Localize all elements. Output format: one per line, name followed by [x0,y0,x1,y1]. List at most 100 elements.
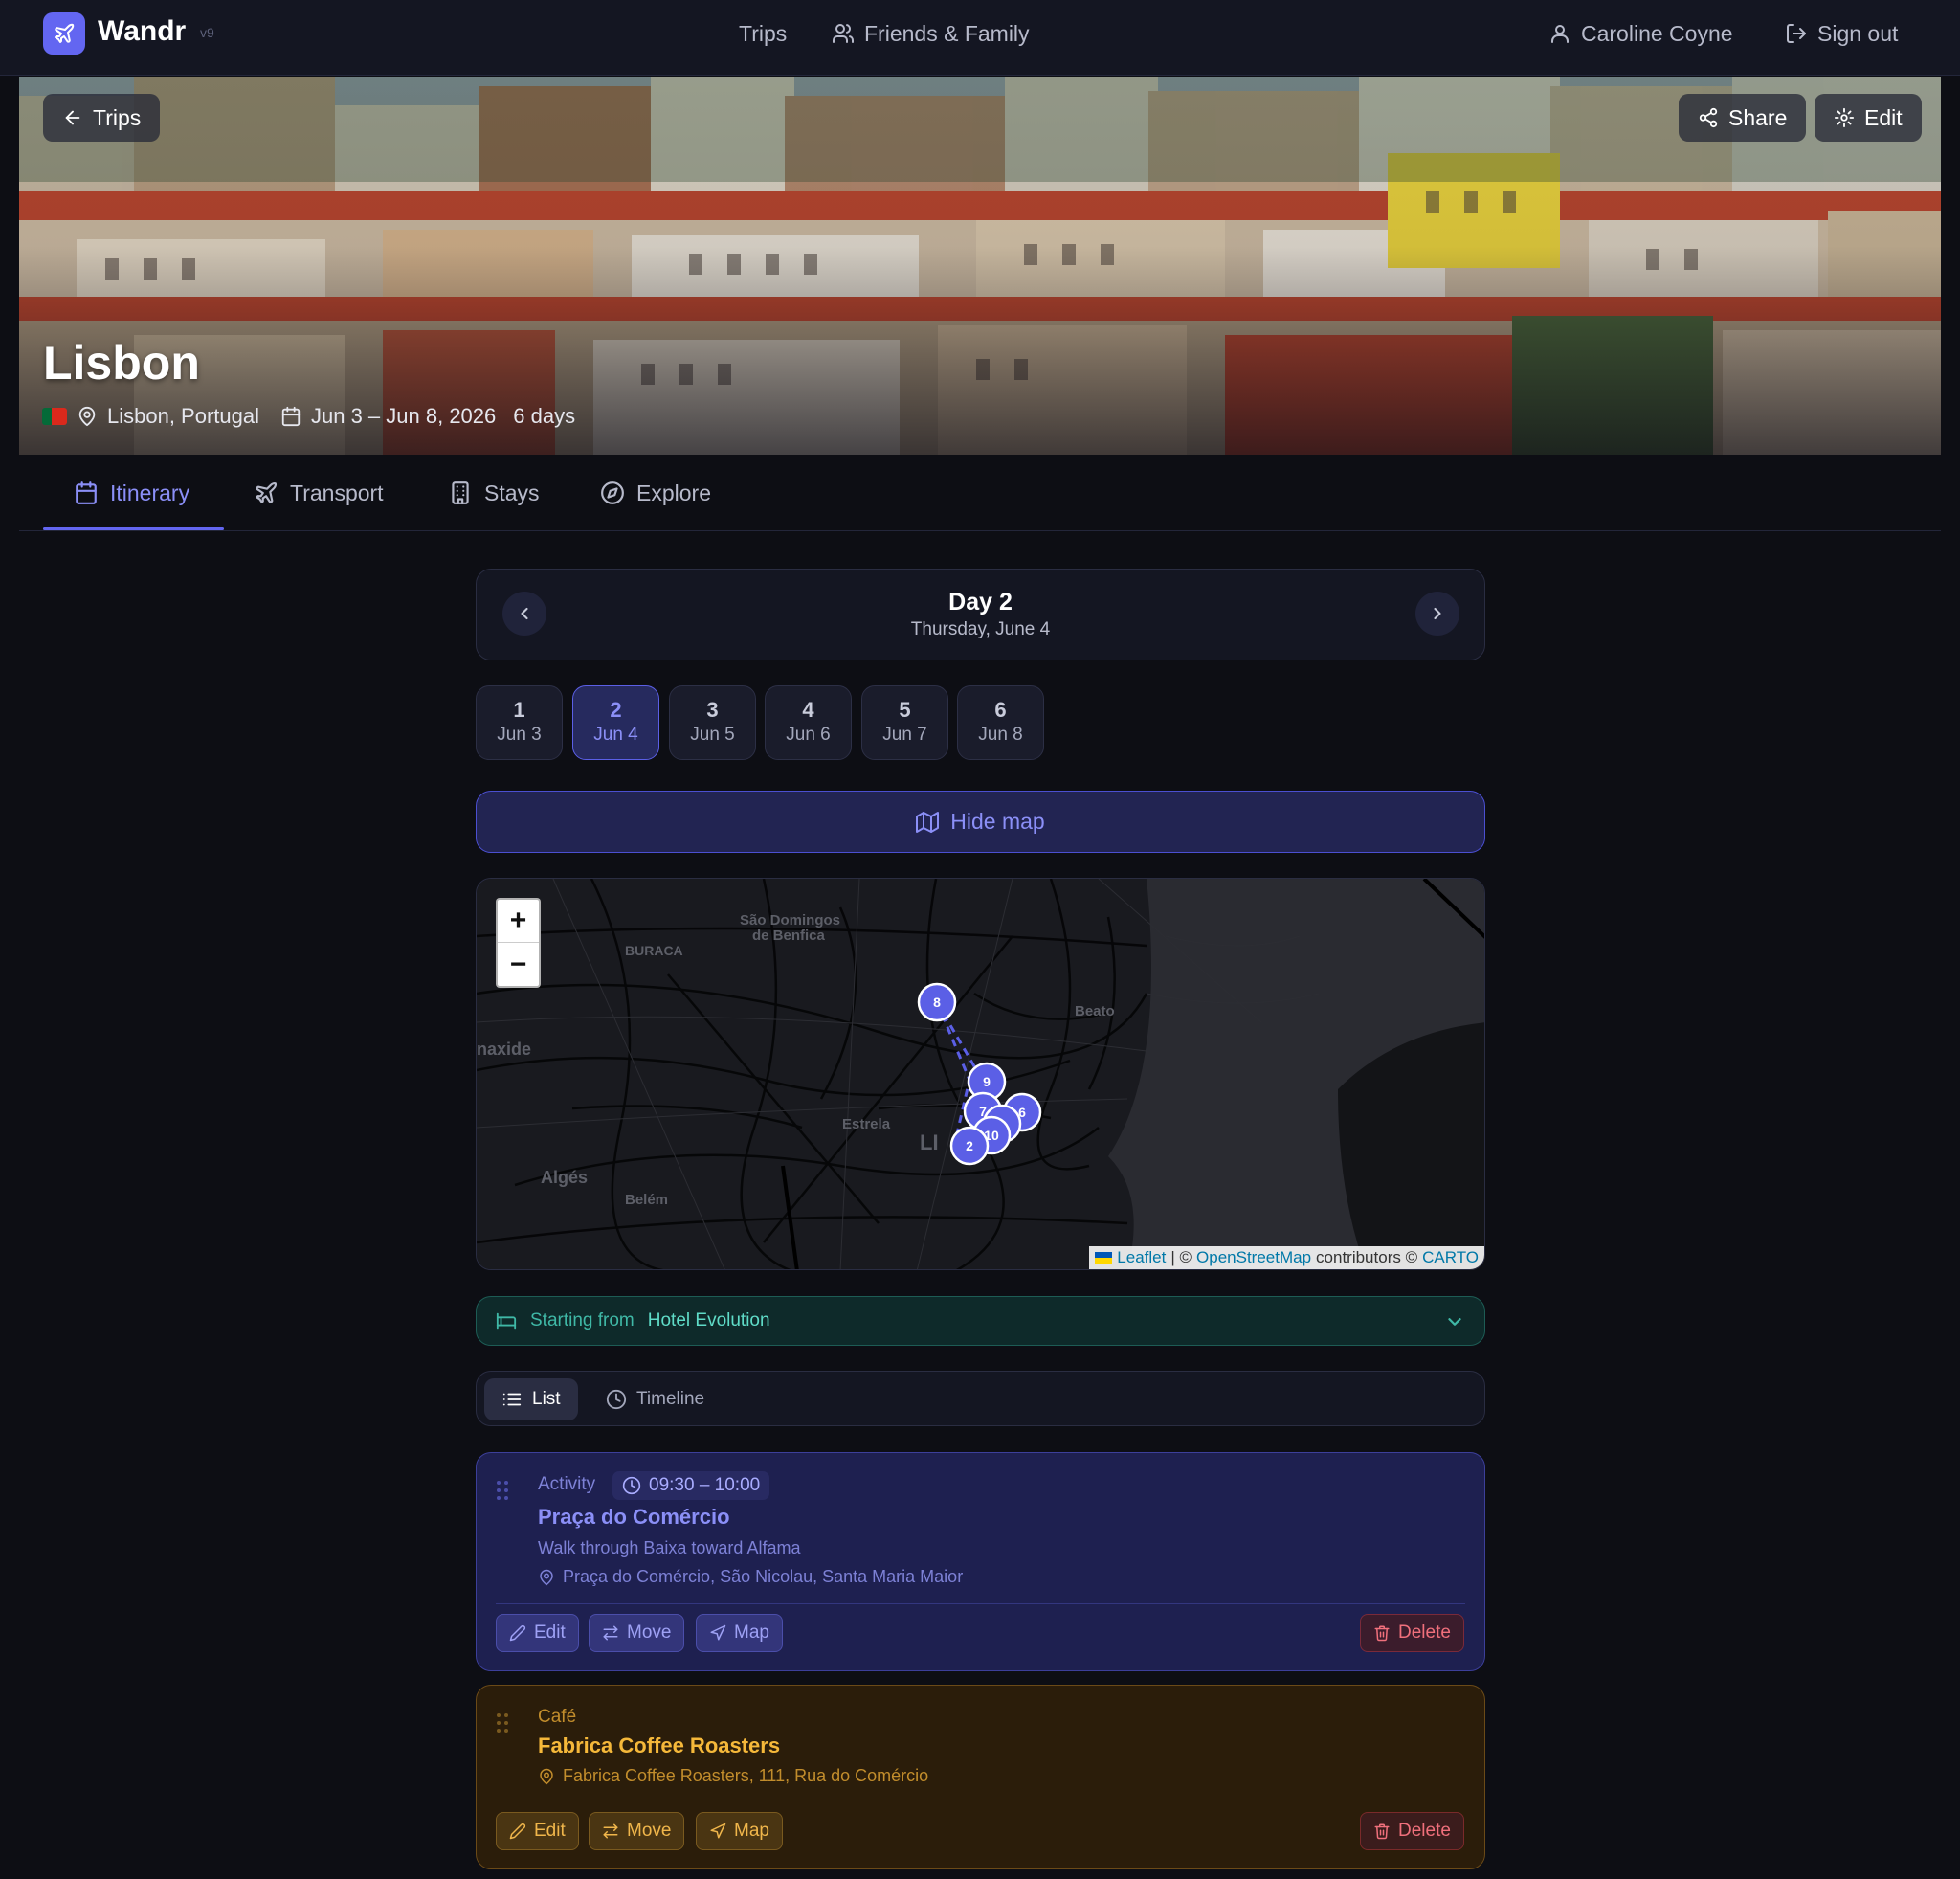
attribution-contributors: contributors © [1316,1248,1418,1266]
user-menu[interactable]: Caroline Coyne [1548,19,1733,48]
app-logo[interactable] [43,12,85,55]
item-map-button[interactable]: Map [696,1614,783,1652]
item-description: Walk through Baixa toward Alfama [538,1538,801,1557]
item-delete-button[interactable]: Delete [1360,1614,1464,1652]
day-chip-date: Jun 7 [882,725,927,745]
app-version: v9 [200,25,214,40]
item-map-label: Map [734,1622,769,1643]
map-marker-2[interactable]: 2 [949,1126,990,1166]
clock-icon [622,1476,641,1495]
tab-stays-label: Stays [484,480,540,505]
hide-map-button[interactable]: Hide map [476,791,1485,853]
marker-label: 8 [933,995,941,1010]
tab-itinerary[interactable]: Itinerary [74,478,189,508]
starting-from-selector[interactable]: Starting from Hotel Evolution [476,1296,1485,1346]
day-chip-5[interactable]: 5 Jun 7 [861,685,948,760]
chevron-down-icon [1448,1318,1461,1326]
item-delete-label: Delete [1398,1622,1451,1643]
view-timeline-button[interactable]: Timeline [589,1378,722,1420]
tab-explore-label: Explore [636,480,711,505]
item-title[interactable]: Fabrica Coffee Roasters [538,1734,780,1758]
navigation-icon [710,1823,726,1839]
trash-icon [1374,1625,1390,1642]
list-icon [502,1393,522,1406]
item-delete-button[interactable]: Delete [1360,1812,1464,1850]
nav-friends-family[interactable]: Friends & Family [832,19,1030,48]
trip-title: Lisbon [43,336,200,390]
swap-icon [603,1625,618,1641]
item-move-button[interactable]: Move [589,1614,685,1652]
users-icon [833,24,854,43]
map-pin-icon [540,1569,553,1585]
item-edit-button[interactable]: Edit [496,1812,579,1850]
day-chip-4[interactable]: 4 Jun 6 [765,685,852,760]
sign-out-button[interactable]: Sign out [1785,19,1898,48]
item-edit-button[interactable]: Edit [496,1614,579,1652]
day-chip-3[interactable]: 3 Jun 5 [669,685,756,760]
marker-label: 9 [983,1074,991,1089]
map-label-de-benfica: de Benfica [752,928,826,944]
hero-overlay [19,77,1941,455]
tab-explore[interactable]: Explore [600,478,711,508]
item-move-button[interactable]: Move [589,1812,685,1850]
map-marker-8[interactable]: 8 [917,982,957,1022]
trip-location: Lisbon, Portugal [107,404,259,428]
share-button[interactable]: Share [1679,94,1807,142]
marker-label: 2 [966,1138,973,1153]
itinerary-item: Activity 09:30 – 10:00 Praça do Comércio… [476,1452,1485,1671]
item-map-label: Map [734,1821,769,1841]
tab-transport[interactable]: Transport [254,478,384,508]
nav-trips-label: Trips [739,20,788,46]
day-chip-number: 4 [802,698,814,722]
next-day-button[interactable] [1415,592,1459,636]
swap-icon [603,1823,618,1839]
item-map-button[interactable]: Map [696,1812,783,1850]
day-chip-1[interactable]: 1 Jun 3 [476,685,563,760]
day-chip-number: 6 [994,698,1007,722]
trash-icon [1374,1823,1390,1840]
plane-icon [256,481,278,503]
app-name[interactable]: Wandr [98,15,186,48]
day-navigator: Day 2 Thursday, June 4 [476,569,1485,660]
nav-trips[interactable]: Trips [739,19,787,48]
share-icon [1699,107,1718,128]
day-chip-date: Jun 6 [786,725,831,745]
gear-icon [1834,107,1855,128]
osm-link[interactable]: OpenStreetMap [1196,1248,1311,1267]
top-nav: Wandr v9 Trips Friends & Family Caroline… [0,0,1960,76]
pencil-icon [509,1823,526,1840]
map-label-buraca: BURACA [625,943,683,958]
map-pin-icon [540,1768,553,1784]
leaflet-link[interactable]: Leaflet [1117,1248,1166,1267]
item-address-text: Fabrica Coffee Roasters, 111, Rua do Com… [563,1766,929,1785]
carto-link[interactable]: CARTO [1422,1248,1479,1267]
sign-out-label: Sign out [1817,20,1899,46]
day-chip-date: Jun 3 [497,725,542,745]
zoom-in-button[interactable]: + [498,900,539,943]
arrow-left-icon [65,110,80,125]
building-icon [452,481,469,504]
view-list-button[interactable]: List [484,1378,578,1420]
share-label: Share [1728,104,1788,130]
item-title[interactable]: Praça do Comércio [538,1505,730,1530]
back-to-trips-button[interactable]: Trips [43,94,161,142]
drag-handle-icon[interactable] [496,1480,509,1501]
map-tiles[interactable]: São Domingos de Benfica BURACA Beato nax… [477,879,1485,1270]
drag-handle-icon[interactable] [496,1712,509,1734]
item-address-text: Praça do Comércio, São Nicolau, Santa Ma… [563,1567,964,1586]
day-subtitle: Thursday, June 4 [910,619,1051,639]
day-chip-2[interactable]: 2 Jun 4 [572,685,659,760]
day-chip-number: 5 [899,698,911,722]
navigation-icon [710,1624,726,1641]
map-label-beato: Beato [1075,1003,1115,1019]
day-chip-6[interactable]: 6 Jun 8 [957,685,1044,760]
day-chip-number: 2 [610,698,622,722]
zoom-out-button[interactable]: − [498,943,539,986]
back-label: Trips [93,104,142,130]
day-chip-date: Jun 4 [593,725,638,745]
trip-dates: Jun 3 – Jun 8, 2026 [311,404,497,428]
tab-stays[interactable]: Stays [448,478,540,508]
view-toggle: List Timeline [476,1371,1485,1426]
day-map[interactable]: São Domingos de Benfica BURACA Beato nax… [476,878,1485,1270]
edit-trip-button[interactable]: Edit [1815,94,1922,142]
